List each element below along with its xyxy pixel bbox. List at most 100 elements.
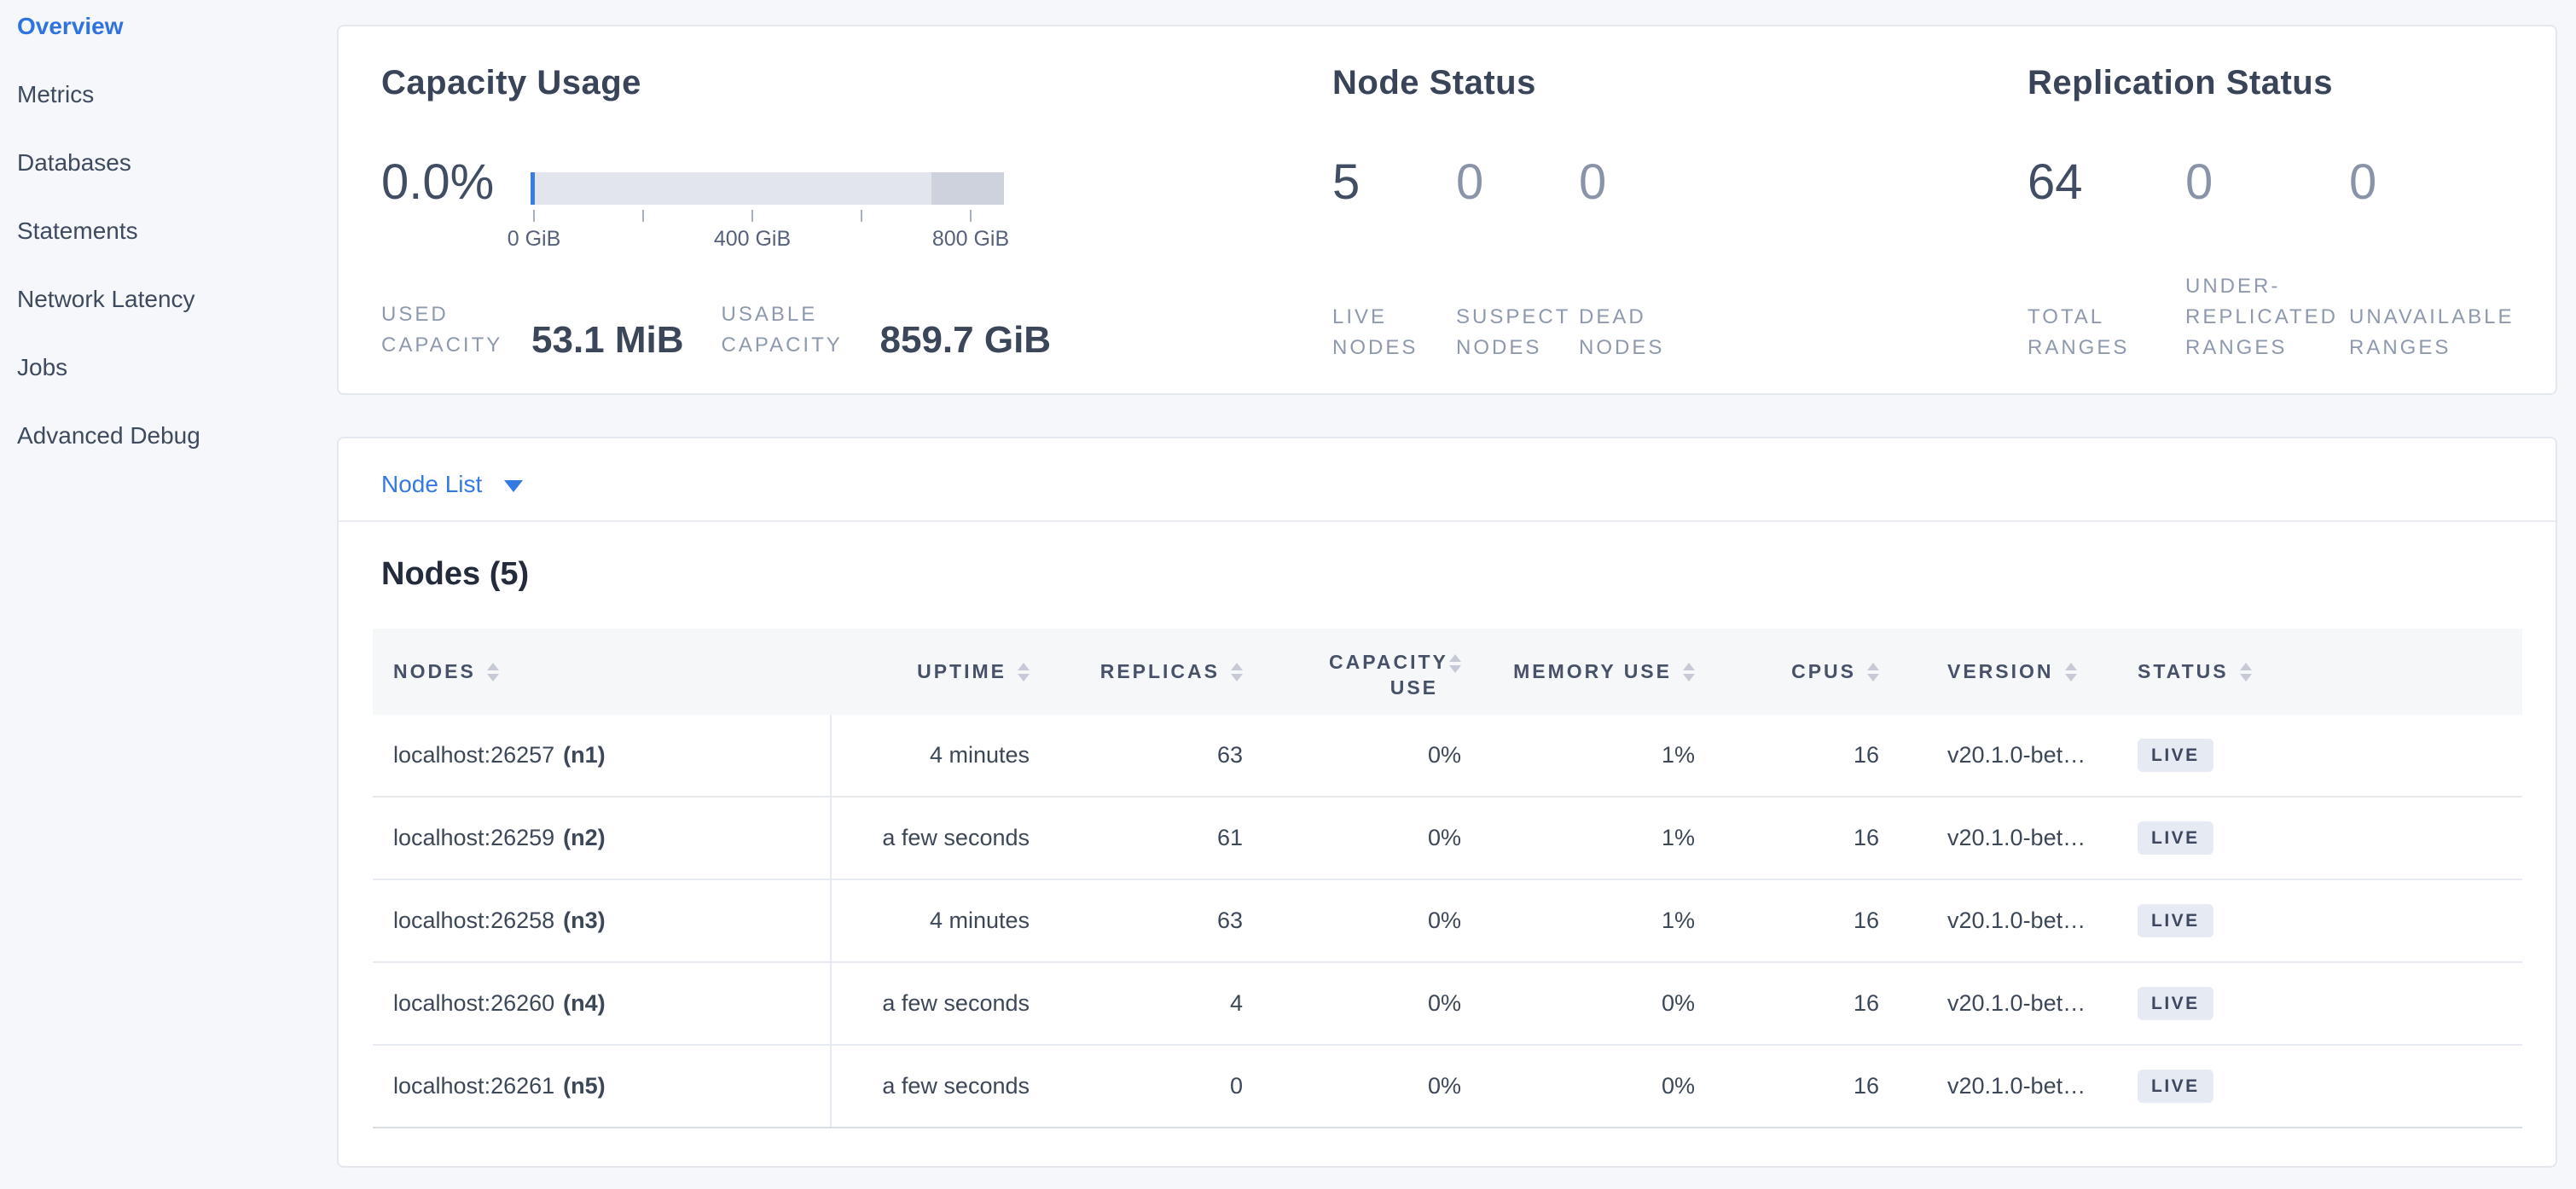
node-address-cell: localhost:26260(n4): [373, 963, 832, 1044]
sort-icon: [2065, 663, 2077, 682]
uptime-cell: 4 minutes: [832, 715, 1047, 796]
uptime-cell: a few seconds: [832, 1046, 1047, 1127]
table-row: localhost:26259(n2) a few seconds 61 0% …: [373, 798, 2522, 880]
live-nodes-value: 5: [1332, 153, 1360, 212]
cpus-cell: 16: [1712, 798, 1896, 879]
sort-icon: [1683, 663, 1695, 682]
memory-use-cell: 0%: [1478, 1046, 1712, 1127]
under-replicated-ranges-value: 0: [2185, 153, 2213, 212]
col-header-memory-use[interactable]: MEMORY USE: [1478, 629, 1712, 715]
table-row: localhost:26261(n5) a few seconds 0 0% 0…: [373, 1046, 2522, 1128]
col-header-nodes[interactable]: NODES: [373, 629, 832, 715]
nodes-table: NODES UPTIME REPLICAS CAPACITY USE MEMOR…: [373, 629, 2522, 1128]
sidebar-item-metrics[interactable]: Metrics: [17, 61, 337, 129]
sidebar: Overview Metrics Databases Statements Ne…: [0, 0, 337, 1181]
capacity-gauge-axis: 0 GiB 400 GiB 800 GiB: [531, 227, 1004, 252]
capacity-use-cell: 0%: [1260, 715, 1478, 796]
dead-nodes-value: 0: [1579, 153, 1606, 212]
capacity-use-cell: 0%: [1260, 880, 1478, 961]
status-badge: LIVE: [2138, 987, 2213, 1020]
col-header-uptime[interactable]: UPTIME: [832, 629, 1047, 715]
used-capacity-label: USED CAPACITY: [381, 299, 501, 361]
sidebar-item-advanced-debug[interactable]: Advanced Debug: [17, 402, 337, 470]
card-divider: [339, 520, 2556, 522]
sidebar-item-statements[interactable]: Statements: [17, 197, 337, 265]
replicas-cell: 61: [1047, 798, 1260, 879]
capacity-use-cell: 0%: [1260, 1046, 1478, 1127]
table-row: localhost:26260(n4) a few seconds 4 0% 0…: [373, 963, 2522, 1046]
table-row: localhost:26257(n1) 4 minutes 63 0% 1% 1…: [373, 715, 2522, 798]
status-cell: LIVE: [2116, 963, 2522, 1044]
unavailable-ranges-value: 0: [2349, 153, 2376, 212]
cluster-summary-card: Capacity Usage 0.0% 0 GiB 400 GiB 800 Gi…: [337, 25, 2557, 395]
axis-label-400gib: 400 GiB: [714, 227, 791, 252]
replicas-cell: 63: [1047, 715, 1260, 796]
node-address-cell: localhost:26261(n5): [373, 1046, 832, 1127]
sidebar-item-databases[interactable]: Databases: [17, 129, 337, 197]
node-list-dropdown-label: Node List: [381, 471, 482, 498]
status-cell: LIVE: [2116, 1046, 2522, 1127]
chevron-down-icon: [504, 480, 523, 492]
node-address-cell: localhost:26259(n2): [373, 798, 832, 879]
col-header-replicas[interactable]: REPLICAS: [1047, 629, 1260, 715]
unavailable-ranges-label: UNAVAILABLE RANGES: [2349, 302, 2528, 363]
total-ranges-value: 64: [2028, 153, 2083, 212]
replicas-cell: 4: [1047, 963, 1260, 1044]
suspect-nodes-value: 0: [1456, 153, 1483, 212]
status-badge: LIVE: [2138, 821, 2213, 855]
node-address-cell: localhost:26258(n3): [373, 880, 832, 961]
replicas-cell: 0: [1047, 1046, 1260, 1127]
node-address-cell: localhost:26257(n1): [373, 715, 832, 796]
capacity-stats: USED CAPACITY 53.1 MiB USABLE CAPACITY 8…: [381, 299, 1051, 361]
col-header-capacity-use[interactable]: CAPACITY USE: [1260, 629, 1478, 715]
sort-icon: [1231, 663, 1243, 682]
version-cell: v20.1.0-bet…: [1896, 1046, 2116, 1127]
memory-use-cell: 1%: [1478, 880, 1712, 961]
replicas-cell: 63: [1047, 880, 1260, 961]
version-cell: v20.1.0-bet…: [1896, 715, 2116, 796]
status-badge: LIVE: [2138, 739, 2213, 772]
capacity-gauge-used-segment: [531, 172, 535, 205]
cpus-cell: 16: [1712, 1046, 1896, 1127]
sort-icon: [487, 663, 499, 682]
col-header-version[interactable]: VERSION: [1896, 629, 2116, 715]
capacity-gauge: [531, 172, 1004, 205]
under-replicated-ranges-label: UNDER-REPLICATED RANGES: [2185, 271, 2343, 363]
col-header-cpus[interactable]: CPUS: [1712, 629, 1896, 715]
nodes-table-header: NODES UPTIME REPLICAS CAPACITY USE MEMOR…: [373, 629, 2522, 715]
table-row: localhost:26258(n3) 4 minutes 63 0% 1% 1…: [373, 880, 2522, 963]
nodes-count-heading: Nodes (5): [381, 556, 529, 593]
node-status-title: Node Status: [1332, 64, 1536, 102]
memory-use-cell: 1%: [1478, 715, 1712, 796]
usable-capacity-value: 859.7 GiB: [880, 322, 1052, 359]
used-capacity-value: 53.1 MiB: [531, 322, 684, 359]
axis-label-800gib: 800 GiB: [932, 227, 1009, 252]
capacity-gauge-ticks: [531, 210, 1004, 222]
live-nodes-label: LIVE NODES: [1332, 302, 1448, 363]
capacity-use-cell: 0%: [1260, 963, 1478, 1044]
col-header-status[interactable]: STATUS: [2116, 629, 2522, 715]
status-badge: LIVE: [2138, 904, 2213, 937]
uptime-cell: 4 minutes: [832, 880, 1047, 961]
node-list-dropdown[interactable]: Node List: [381, 471, 523, 498]
usable-capacity-label: USABLE CAPACITY: [722, 299, 850, 361]
suspect-nodes-label: SUSPECT NODES: [1456, 302, 1571, 363]
version-cell: v20.1.0-bet…: [1896, 798, 2116, 879]
capacity-gauge-dark-segment: [931, 172, 1004, 205]
status-cell: LIVE: [2116, 880, 2522, 961]
sidebar-item-overview[interactable]: Overview: [17, 0, 337, 61]
sidebar-item-network-latency[interactable]: Network Latency: [17, 265, 337, 334]
sidebar-item-jobs[interactable]: Jobs: [17, 334, 337, 402]
cpus-cell: 16: [1712, 963, 1896, 1044]
replication-status-title: Replication Status: [2028, 64, 2333, 102]
status-cell: LIVE: [2116, 715, 2522, 796]
capacity-used-percent: 0.0%: [381, 153, 494, 212]
sort-icon: [1018, 663, 1030, 682]
cpus-cell: 16: [1712, 880, 1896, 961]
uptime-cell: a few seconds: [832, 798, 1047, 879]
cpus-cell: 16: [1712, 715, 1896, 796]
uptime-cell: a few seconds: [832, 963, 1047, 1044]
sort-icon: [1867, 663, 1879, 682]
node-list-card: Node List Nodes (5) NODES UPTIME REPLICA…: [337, 437, 2557, 1168]
capacity-use-cell: 0%: [1260, 798, 1478, 879]
